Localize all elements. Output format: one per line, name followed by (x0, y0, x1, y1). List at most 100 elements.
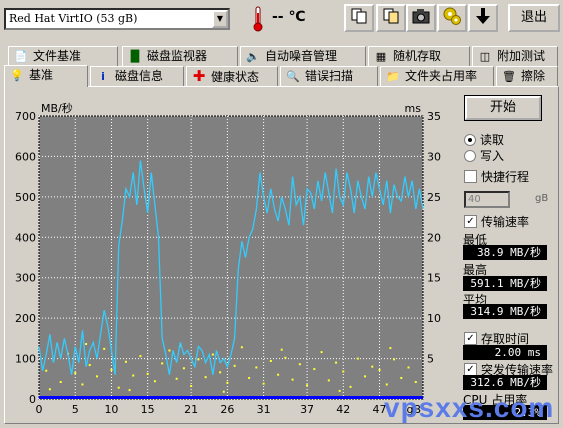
chart-access-point (95, 375, 98, 378)
options-button[interactable] (437, 4, 467, 32)
write-option[interactable]: 写入 (464, 147, 504, 164)
chart-access-point (335, 361, 338, 364)
read-option[interactable]: 读取 (464, 131, 504, 148)
save-button[interactable] (468, 4, 498, 32)
camera-icon (412, 8, 430, 28)
exit-button[interactable]: 退出 (508, 4, 560, 32)
chart-access-point (146, 372, 149, 375)
chart-x-tick-label: 5 (72, 403, 79, 416)
write-label: 写入 (480, 149, 505, 163)
chart-access-point (248, 376, 251, 379)
chart-access-point (190, 385, 193, 388)
lightbulb-icon: 💡 (10, 69, 24, 82)
read-radio[interactable] (464, 133, 476, 146)
chart-access-point (59, 381, 62, 384)
extra-tests-icon: ◫ (479, 50, 491, 63)
chart-baseline (39, 396, 423, 399)
benchmark-chart: 0 100 200 300 400 500 600 700 5 10 15 20 25 30 35 0 5 10 1… (0, 100, 460, 426)
short-stroke-option[interactable]: 快捷行程 (464, 168, 529, 185)
chart-access-point (356, 357, 359, 360)
watermark: vpsxxs.com (384, 392, 555, 423)
chart-access-point (298, 363, 301, 366)
tab-disk-info[interactable]: i 磁盘信息 (90, 66, 184, 86)
chart-access-point (45, 369, 48, 372)
chart-y-tick-label: 100 (15, 353, 36, 366)
write-radio[interactable] (464, 149, 476, 162)
chart-x-tick-label: 21 (184, 403, 198, 416)
screenshot-button[interactable] (406, 4, 436, 32)
tab-label: 错误扫描 (305, 69, 354, 83)
arrow-down-icon (475, 7, 491, 29)
chart-access-point (197, 358, 200, 361)
gears-icon (442, 6, 462, 30)
chart-y-tick-label: 300 (15, 272, 36, 285)
chart-access-point (153, 380, 156, 383)
short-stroke-input[interactable]: 40 (464, 191, 510, 208)
chart-access-point (48, 388, 51, 391)
max-value: 591.1 MB/秒 (463, 276, 547, 291)
chart-x-tick-label: 0 (36, 403, 43, 416)
folder-icon: 📁 (386, 70, 400, 83)
tab-label: 随机存取 (393, 49, 442, 63)
access-time-checkbox[interactable]: ✓ (464, 332, 477, 345)
tab-random-access[interactable]: ▦ 随机存取 (368, 46, 470, 66)
tab-erase[interactable]: 🗑 擦除 (496, 66, 558, 86)
chart-y-tick-label: 400 (15, 231, 36, 244)
tab-label: 文件夹占用率 (405, 69, 478, 83)
chart-access-point (389, 347, 392, 350)
tab-folder-usage[interactable]: 📁 文件夹占用率 (380, 66, 494, 86)
chart-access-point (222, 390, 225, 393)
temperature-readout: -- ℃ (272, 9, 306, 25)
chart-access-point (407, 366, 410, 369)
drive-select[interactable]: Red Hat VirtIO (53 gB) ▼ (4, 8, 230, 30)
tab-file-benchmark[interactable]: 📄 文件基准 (8, 46, 118, 66)
chart-access-point (342, 370, 345, 373)
chart-y2-tick-label: 5 (427, 353, 434, 366)
info-icon: i (101, 70, 105, 83)
chart-access-point (110, 368, 113, 371)
copy-image-button[interactable] (376, 4, 406, 32)
chart-y2-tick-label: 10 (427, 312, 441, 325)
chart-access-point (226, 381, 229, 384)
chart-access-point (132, 374, 135, 377)
chart-access-point (240, 346, 243, 349)
transfer-rate-checkbox[interactable]: ✓ (464, 215, 477, 228)
random-access-icon: ▦ (375, 50, 387, 63)
tab-error-scan[interactable]: 🔍 错误扫描 (280, 66, 378, 86)
chart-access-point (393, 358, 396, 361)
chevron-down-icon[interactable]: ▼ (212, 10, 228, 28)
copy-text-button[interactable] (344, 4, 374, 32)
chart-x-tick-label: 26 (220, 403, 234, 416)
tab-noise-management[interactable]: 🔈 自动噪音管理 (240, 46, 366, 66)
chart-x-tick-label: 15 (141, 403, 155, 416)
start-button[interactable]: 开始 (464, 95, 542, 121)
chart-y-tick-label: 500 (15, 191, 36, 204)
avg-value: 314.9 MB/秒 (463, 304, 547, 319)
chart-access-point (338, 389, 341, 392)
speaker-icon: 🔈 (246, 50, 260, 63)
tab-health[interactable]: ✚ 健康状态 (186, 66, 278, 86)
tab-label: 自动噪音管理 (265, 49, 338, 63)
short-stroke-checkbox[interactable] (464, 170, 477, 183)
chart-access-point (280, 348, 283, 351)
chart-x-tick-label: 42 (336, 403, 350, 416)
tab-label: 附加测试 (497, 49, 546, 63)
transfer-rate-option[interactable]: ✓ 传输速率 (464, 213, 529, 230)
tab-disk-monitor[interactable]: █ 磁盘监视器 (122, 46, 238, 66)
chart-x-tick-label: 10 (104, 403, 118, 416)
tab-label: 擦除 (521, 69, 546, 83)
chart-access-point (128, 389, 131, 392)
magnifier-icon: 🔍 (286, 70, 300, 83)
chart-y2-tick-label: 25 (427, 191, 441, 204)
chart-access-point (385, 383, 388, 386)
tab-extra-tests[interactable]: ◫ 附加测试 (472, 46, 558, 66)
chart-access-point (81, 383, 84, 386)
chart-access-point (182, 367, 185, 370)
chart-access-point (161, 362, 164, 365)
chart-access-point (204, 376, 207, 379)
copy-image-icon (382, 7, 400, 29)
chart-access-point (364, 375, 367, 378)
chart-access-point (233, 364, 236, 367)
read-label: 读取 (480, 133, 505, 147)
tab-benchmark[interactable]: 💡 基准 (4, 65, 88, 87)
